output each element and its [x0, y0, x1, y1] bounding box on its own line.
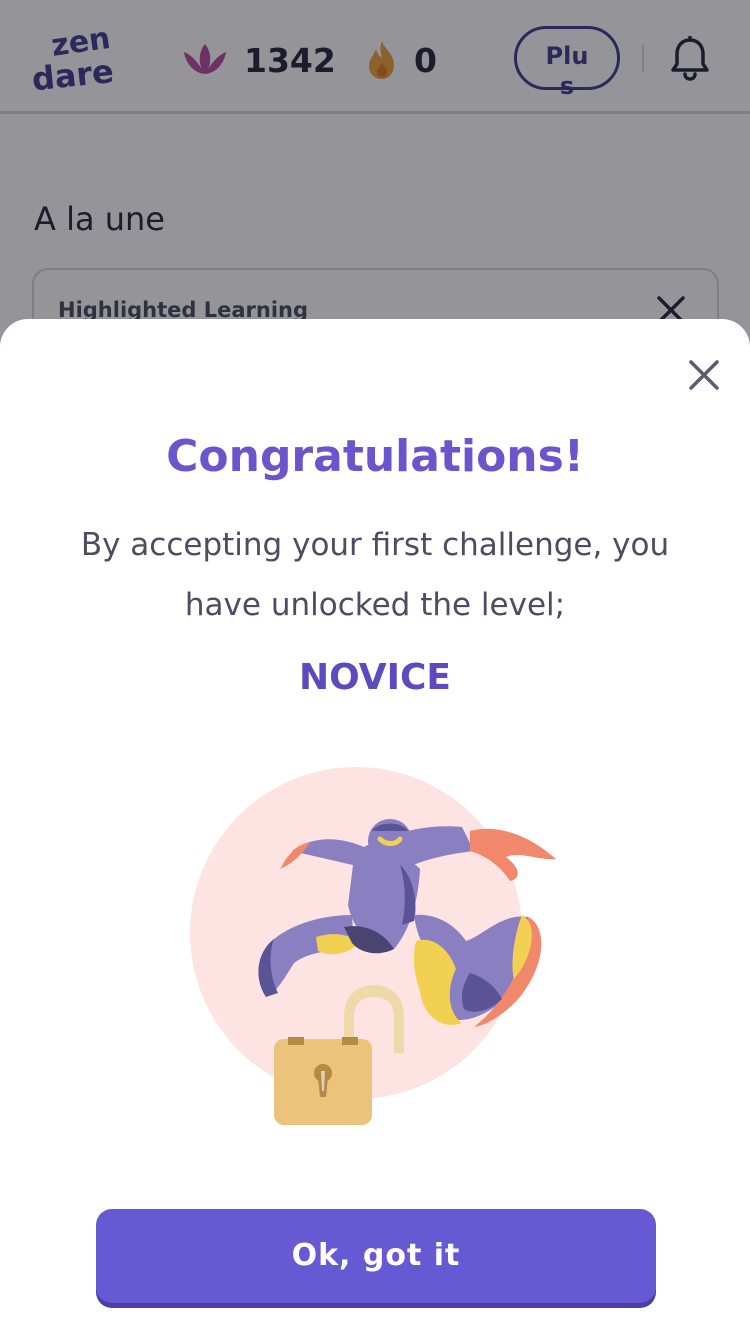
unlocked-padlock-illustration	[190, 767, 556, 1125]
ok-got-it-button[interactable]: Ok, got it	[96, 1209, 656, 1303]
modal-message: By accepting your first challenge, you h…	[80, 527, 670, 623]
modal-title: Congratulations!	[166, 431, 584, 482]
level-unlocked-sheet: Congratulations! By accepting your first…	[0, 319, 750, 1334]
level-name: NOVICE	[298, 657, 452, 698]
close-icon[interactable]	[686, 357, 722, 393]
ok-button-label: Ok, got it	[291, 1238, 461, 1273]
